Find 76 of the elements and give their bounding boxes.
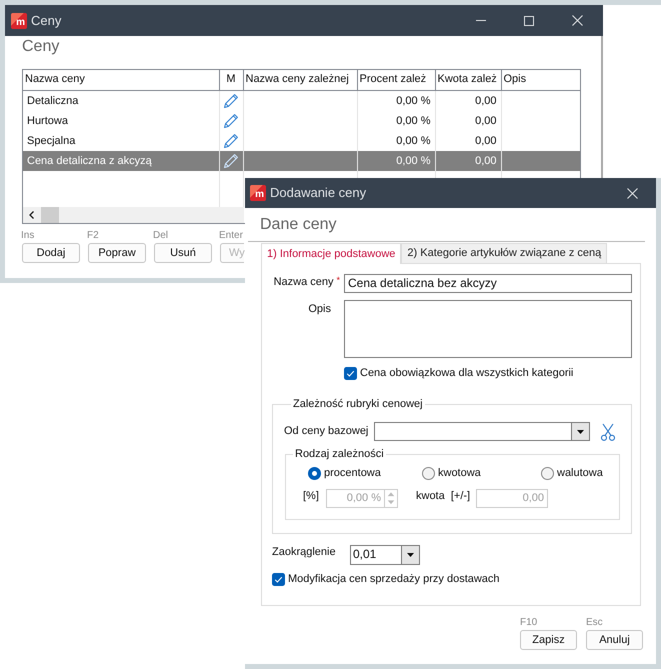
table-row[interactable]: Detaliczna 0,00 % 0,00: [23, 90, 580, 110]
table-cell: 0,00 %: [357, 90, 435, 110]
dropdown-button[interactable]: [571, 422, 590, 441]
checkbox-label[interactable]: Cena obowiązkowa dla wszystkich kategorii: [360, 365, 574, 382]
close-icon[interactable]: [572, 15, 583, 26]
pencil-icon[interactable]: [223, 112, 239, 129]
dialog-button[interactable]: Anuluj: [586, 630, 643, 650]
window-title: Dodawanie ceny: [270, 185, 366, 201]
tab[interactable]: 1) Informacje podstawowe: [261, 243, 402, 264]
radio-label[interactable]: walutowa: [557, 465, 603, 482]
field-label: Nazwa ceny: [274, 276, 334, 288]
column-header[interactable]: Nazwa ceny zależnej: [243, 70, 357, 90]
radio-button[interactable]: [308, 466, 321, 480]
field-label: kwota [+/-]: [416, 488, 472, 502]
column-header[interactable]: Procent zależ: [357, 70, 435, 90]
shortcut-label: Ins: [21, 230, 36, 242]
pencil-icon[interactable]: [223, 132, 239, 149]
input-field[interactable]: Cena detaliczna bez akcyzy: [344, 274, 632, 293]
section-heading: Dane ceny: [260, 215, 338, 235]
checkbox[interactable]: [272, 572, 285, 586]
shortcut-label: Del: [153, 230, 170, 242]
pencil-icon[interactable]: [223, 92, 239, 109]
field-label: Zaokrąglenie: [272, 544, 337, 558]
dropdown-field[interactable]: 0,01: [350, 544, 401, 564]
field-label: Od ceny bazowej: [284, 424, 370, 440]
table-cell: Detaliczna: [23, 90, 219, 110]
dialog-button[interactable]: Zapisz: [520, 630, 577, 650]
table-cell: 0,00: [435, 90, 501, 110]
column-header[interactable]: Kwota zależ: [435, 70, 501, 90]
column-header[interactable]: Opis: [501, 70, 580, 90]
required-mark: *: [336, 275, 340, 285]
maximize-icon[interactable]: [524, 16, 534, 26]
action-button[interactable]: Popraw: [88, 243, 146, 263]
checkbox[interactable]: [344, 367, 357, 380]
column-header[interactable]: M: [219, 70, 243, 90]
input-field: 0,00: [476, 488, 548, 508]
radio-button[interactable]: [422, 466, 435, 480]
column-header[interactable]: Nazwa ceny: [23, 70, 219, 90]
scissors-icon[interactable]: [600, 422, 616, 440]
app-logo: m: [250, 185, 266, 201]
radio-label[interactable]: procentowa: [324, 465, 381, 482]
dropdown-button[interactable]: [401, 544, 420, 564]
caret-icon: [407, 552, 414, 556]
caret-icon: [577, 430, 584, 434]
table-row[interactable]: Hurtowa 0,00 % 0,00: [23, 110, 580, 130]
scroll-left-icon[interactable]: [29, 211, 34, 219]
group-title: Rodzaj zależności: [294, 447, 385, 461]
checkbox-label[interactable]: Modyfikacja cen sprzedaży przy dostawach: [288, 570, 500, 588]
horizontal-scrollbar[interactable]: [23, 206, 244, 223]
spin-field: 0,00 %: [326, 488, 385, 508]
scrollbar-thumb[interactable]: [41, 206, 59, 223]
radio-label[interactable]: kwotowa: [438, 465, 481, 482]
table-cell: Hurtowa: [23, 110, 219, 130]
text-area[interactable]: [344, 300, 632, 358]
app-logo: m: [11, 12, 27, 28]
shortcut-label: Enter: [219, 230, 244, 242]
section-heading: Ceny: [22, 37, 60, 57]
table-cell: 0,00 %: [357, 110, 435, 130]
table-cell: Cena detaliczna z akcyzą: [23, 150, 219, 170]
dropdown-field[interactable]: [374, 422, 571, 441]
tab[interactable]: 2) Kategorie artykułów związane z ceną: [401, 243, 608, 263]
table-cell: 0,00: [435, 150, 501, 170]
window-title: Ceny: [31, 12, 62, 28]
group-title: Zależność rubryki cenowej: [292, 397, 424, 411]
action-button[interactable]: Usuń: [154, 243, 212, 263]
action-button[interactable]: Dodaj: [22, 243, 80, 263]
shortcut-label: F2: [87, 230, 100, 242]
shortcut-label: Esc: [586, 617, 604, 629]
table-row[interactable]: Cena detaliczna z akcyzą 0,00 % 0,00: [23, 150, 580, 170]
field-label: [%]: [303, 488, 320, 502]
table-cell: 0,00: [435, 110, 501, 130]
radio-button[interactable]: [541, 466, 554, 480]
table-cell: 0,00 %: [357, 150, 435, 170]
shortcut-label: F10: [520, 617, 538, 629]
field-label: Opis: [308, 303, 331, 315]
close-icon[interactable]: [627, 188, 638, 198]
